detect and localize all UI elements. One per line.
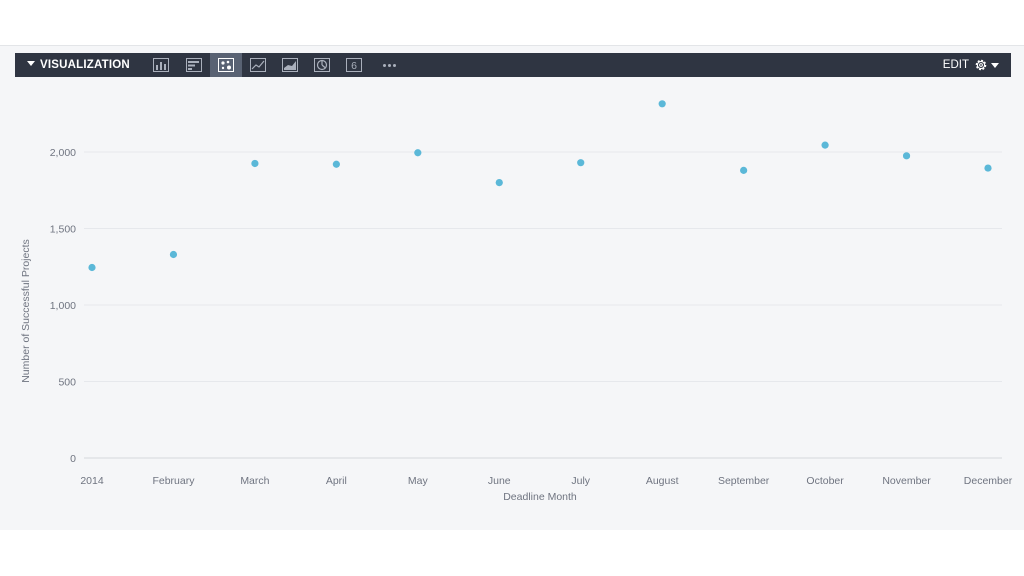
y-tick-label: 2,000: [50, 147, 76, 159]
y-tick-label: 1,000: [50, 300, 76, 312]
x-tick-label: June: [488, 475, 511, 487]
data-point[interactable]: [658, 100, 666, 108]
data-point[interactable]: [169, 250, 178, 259]
x-tick-label: August: [646, 475, 679, 487]
x-tick-label: May: [408, 475, 429, 487]
data-point[interactable]: [88, 263, 96, 272]
x-tick-label: December: [964, 475, 1013, 487]
x-tick-label: September: [718, 475, 770, 487]
data-point[interactable]: [332, 160, 340, 168]
y-tick-label: 1,500: [50, 224, 76, 236]
grid-lines: [84, 151, 1002, 459]
y-tick-label: 500: [58, 377, 76, 389]
x-tick-label: April: [326, 475, 347, 487]
data-point[interactable]: [821, 141, 829, 149]
y-tick-label: 0: [70, 453, 76, 465]
y-axis-ticks: 0 500 1,000 1,500 2,000: [50, 147, 76, 465]
x-tick-label: October: [806, 475, 844, 487]
x-axis-ticks: 2014 February March April May June July August S…: [80, 475, 1012, 487]
x-tick-label: 2014: [80, 475, 104, 487]
data-point[interactable]: [495, 179, 503, 187]
x-tick-label: March: [240, 475, 269, 487]
data-point[interactable]: [251, 159, 259, 168]
x-tick-label: November: [882, 475, 931, 487]
data-point[interactable]: [902, 152, 911, 160]
x-tick-label: February: [152, 475, 195, 487]
data-points: [88, 100, 992, 272]
data-point[interactable]: [577, 159, 585, 167]
data-point[interactable]: [414, 149, 422, 157]
data-point[interactable]: [984, 164, 992, 172]
scatter-chart: 0 500 1,000 1,500 2,000 2014 February March Apr…: [20, 100, 1013, 503]
y-axis-title: Number of Successful Projects: [20, 239, 32, 383]
x-axis-title: Deadline Month: [503, 491, 577, 503]
data-point[interactable]: [740, 166, 748, 174]
x-tick-label: July: [571, 475, 590, 487]
